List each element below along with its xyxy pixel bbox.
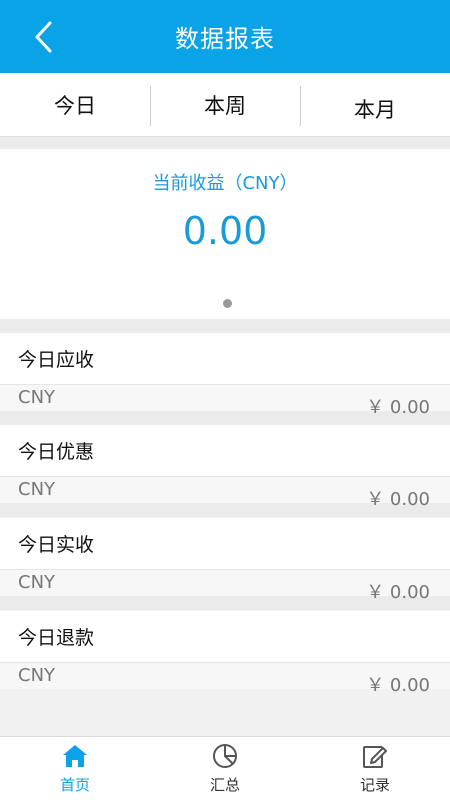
- card-amount: ￥ 0.00: [366, 675, 430, 696]
- tab-week[interactable]: 本周: [150, 73, 300, 137]
- tab-month[interactable]: 本月: [300, 73, 450, 137]
- nav-home[interactable]: 首页: [0, 737, 150, 800]
- pager-dot: [223, 299, 232, 308]
- card-row: CNY ￥ 0.00: [0, 569, 450, 603]
- nav-records-label: 记录: [359, 776, 390, 794]
- home-icon: [63, 745, 87, 767]
- card-title: 今日退款: [18, 627, 95, 649]
- card-received: 今日实收 CNY ￥ 0.00: [0, 518, 450, 610]
- summary-value: 0.00: [182, 209, 268, 253]
- period-tabs: 今日 本周 本月: [0, 73, 450, 137]
- card-amount: ￥ 0.00: [366, 582, 430, 603]
- card-title: 今日实收: [18, 534, 95, 556]
- nav-summary-label: 汇总: [209, 776, 240, 794]
- pie-chart-icon: [213, 744, 237, 768]
- card-row: CNY ￥ 0.00: [0, 476, 450, 510]
- card-amount: ￥ 0.00: [366, 489, 430, 510]
- card-title: 今日优惠: [18, 441, 95, 463]
- card-currency: CNY: [18, 572, 56, 593]
- card-title: 今日应收: [18, 349, 95, 371]
- back-icon: [35, 21, 52, 53]
- summary-label: 当前收益（CNY）: [152, 173, 298, 194]
- nav-summary[interactable]: 汇总: [150, 737, 300, 800]
- card-currency: CNY: [18, 665, 56, 686]
- nav-home-label: 首页: [59, 776, 90, 794]
- divider: [0, 137, 450, 149]
- card-row: CNY ￥ 0.00: [0, 384, 450, 418]
- card-currency: CNY: [18, 387, 56, 408]
- bottom-nav: 首页 汇总 记录: [0, 736, 450, 800]
- divider: [0, 319, 450, 333]
- nav-records[interactable]: 记录: [300, 737, 450, 800]
- card-receivable: 今日应收 CNY ￥ 0.00: [0, 333, 450, 425]
- card-row: CNY ￥ 0.00: [0, 662, 450, 696]
- back-button[interactable]: [28, 16, 58, 58]
- app-header: 数据报表: [0, 0, 450, 73]
- card-refund: 今日退款 CNY ￥ 0.00: [0, 611, 450, 696]
- card-currency: CNY: [18, 479, 56, 500]
- tab-today[interactable]: 今日: [0, 73, 150, 137]
- revenue-summary[interactable]: 当前收益（CNY） 0.00: [0, 149, 450, 319]
- page-title: 数据报表: [175, 25, 275, 53]
- edit-icon: [363, 746, 387, 768]
- card-discount: 今日优惠 CNY ￥ 0.00: [0, 425, 450, 517]
- card-amount: ￥ 0.00: [366, 397, 430, 418]
